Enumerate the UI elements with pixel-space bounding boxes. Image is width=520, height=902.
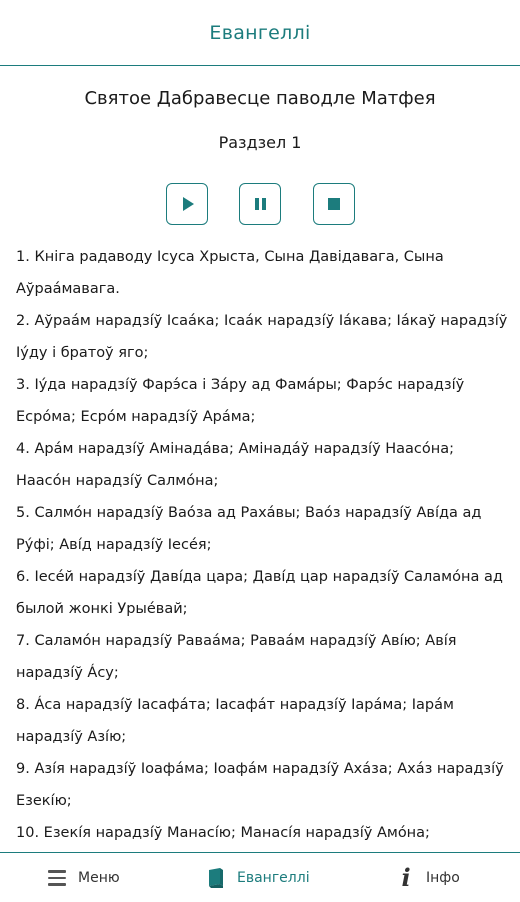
verse-text: 6. Іесéй нарадзíў Давíда цара; Давíд цар… [16,569,503,617]
verse-text: 7. Саламóн нарадзíў Раваáма; Раваáм нара… [16,633,457,681]
book-title: Святое Дабравесце паводле Матфея [84,88,436,109]
verse-text: 8. Áса нарадзíў Іасафáта; Іасафáт нарадз… [16,697,454,745]
play-button[interactable] [166,183,208,225]
chapter-title: Раздзел 1 [218,133,302,152]
pause-icon [254,198,266,210]
book-icon [209,868,223,888]
verse-text: 1. Кніга радаводу Ісуса Хрыста, Сына Дав… [16,249,444,297]
nav-info[interactable]: i Інфо [398,853,460,902]
menu-icon [48,870,66,886]
play-icon [183,197,194,211]
nav-gospel-label: Евангеллі [237,870,310,886]
info-icon: i [401,863,411,892]
header-title: Евангеллі [209,21,311,44]
stop-button[interactable] [313,183,355,225]
verse-text: 9. Азíя нарадзíў Іоафáма; Іоафáм нарадзí… [16,761,504,809]
verse-text: 4. Арáм нарадзíў Амінадáва; Амінадáў нар… [16,441,455,489]
pause-button[interactable] [239,183,281,225]
verse-text: 2. Аўраáм нарадзíў Ісаáка; Ісаáк нарадзí… [16,313,508,361]
verse-text: 10. Езекíя нарадзíў Манасíю; Манасíя нар… [16,825,430,841]
nav-info-label: Інфо [426,870,460,886]
verse-text: 5. Салмóн нарадзíў Ваóза ад Рахáвы; Ваóз… [16,505,482,553]
stop-icon [328,198,340,210]
app-header: Евангеллі [0,0,520,66]
verse-text: 3. Іýда нарадзíў Фарэ́са і Зáру ад Фамáр… [16,377,465,425]
verse-list[interactable]: 1. Кніга радаводу Ісуса Хрыста, Сына Дав… [16,241,510,851]
bottom-nav: Меню Евангеллі i Інфо [0,852,520,902]
nav-gospel[interactable]: Евангеллі [207,853,310,902]
nav-menu[interactable]: Меню [48,853,120,902]
audio-controls [166,183,356,225]
nav-menu-label: Меню [78,870,120,886]
